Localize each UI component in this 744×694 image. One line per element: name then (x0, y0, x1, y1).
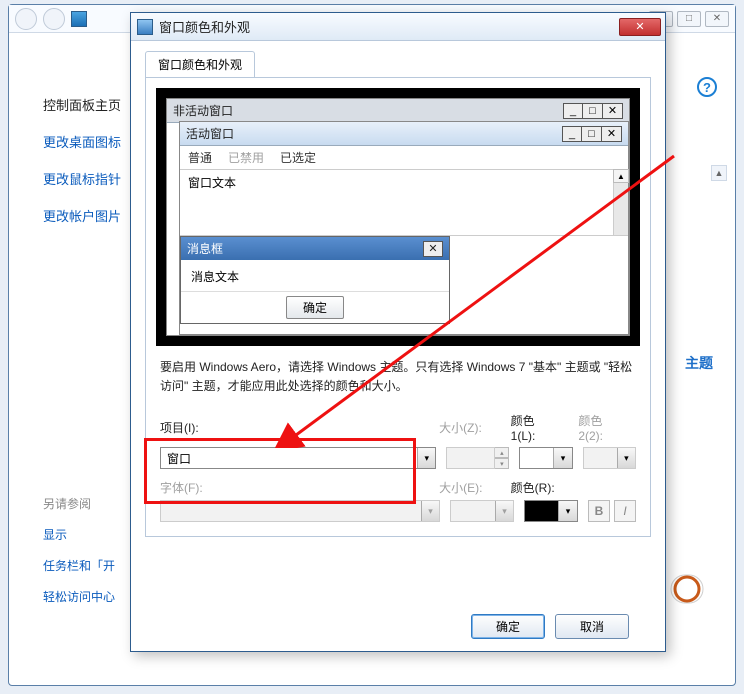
tab-page: 非活动窗口 _ □ ✕ 活动窗口 _ (145, 78, 651, 537)
item-combo-value: 窗口 (161, 450, 417, 467)
menu-disabled: 已禁用 (228, 149, 264, 166)
chevron-down-icon[interactable]: ▾ (554, 448, 571, 468)
italic-button: I (614, 500, 636, 522)
description-text: 要启用 Windows Aero，请选择 Windows 主题。只有选择 Win… (160, 358, 636, 396)
link-control-panel-home[interactable]: 控制面板主页 (43, 95, 121, 114)
chevron-down-icon[interactable]: ▾ (559, 501, 577, 521)
menu-normal: 普通 (188, 149, 212, 166)
nav-back-icon[interactable] (15, 8, 37, 30)
close-icon: ✕ (603, 103, 623, 119)
active-window-title: 活动窗口 (186, 125, 234, 142)
window-color-dialog: 窗口颜色和外观 ✕ 窗口颜色和外观 非活动窗口 _ □ ✕ (130, 12, 666, 652)
chevron-down-icon: ▾ (495, 501, 513, 521)
tabstrip: 窗口颜色和外观 (145, 51, 651, 78)
label-color2: 颜色 2(2): (578, 412, 636, 443)
chevron-down-icon[interactable]: ▾ (417, 448, 435, 468)
nav-fwd-icon[interactable] (43, 8, 65, 30)
label-size-e: 大小(E): (439, 479, 501, 496)
dialog-footer: 确定 取消 (131, 614, 665, 639)
dialog-close-button[interactable]: ✕ (619, 18, 661, 36)
link-desktop-icons[interactable]: 更改桌面图标 (43, 132, 121, 151)
preview-inactive-window: 非活动窗口 _ □ ✕ 活动窗口 _ (166, 98, 630, 336)
dialog-title: 窗口颜色和外观 (159, 17, 250, 36)
link-display[interactable]: 显示 (43, 526, 115, 543)
preview-area: 非活动窗口 _ □ ✕ 活动窗口 _ (156, 88, 640, 346)
preview-messagebox: 消息框 ✕ 消息文本 确定 (180, 236, 450, 324)
see-also: 另请参阅 显示 任务栏和「开 轻松访问中心 (43, 495, 115, 605)
chevron-down-icon: ▾ (618, 448, 635, 468)
maximize-icon: □ (583, 103, 603, 119)
inactive-window-title: 非活动窗口 (173, 102, 233, 119)
preview-active-window: 活动窗口 _ □ ✕ 普通 已禁用 已选定 (179, 121, 629, 335)
cancel-button[interactable]: 取消 (555, 614, 629, 639)
color2-swatch (584, 448, 618, 468)
link-change-cursor[interactable]: 更改鼠标指针 (43, 169, 121, 188)
item-combo[interactable]: 窗口 ▾ (160, 447, 436, 469)
chevron-down-icon: ▾ (421, 501, 439, 521)
settings-form: 项目(I): 大小(Z): 颜色 1(L): 颜色 2(2): 窗口 ▾ ▴ ▾ (160, 412, 636, 522)
color1-swatch (520, 448, 554, 468)
bg-maximize-button[interactable]: □ (677, 11, 701, 27)
msgbox-title: 消息框 (187, 240, 223, 257)
font-combo: ▾ (160, 500, 440, 522)
menu-selected: 已选定 (280, 149, 316, 166)
preview-content: 窗口文本 ▲ (180, 170, 628, 236)
label-size-z: 大小(Z): (439, 419, 501, 436)
label-color1: 颜色 1(L): (511, 412, 569, 443)
color-r-swatch (525, 501, 559, 521)
link-ease-of-access[interactable]: 轻松访问中心 (43, 588, 115, 605)
ok-button[interactable]: 确定 (471, 614, 545, 639)
label-color-r: 颜色(R): (511, 479, 569, 496)
spin-down-icon: ▾ (495, 458, 509, 469)
label-item: 项目(I): (160, 419, 429, 436)
tab-window-color[interactable]: 窗口颜色和外观 (145, 51, 255, 77)
size-z-input (446, 447, 495, 469)
close-icon: ✕ (423, 241, 443, 257)
scroll-up-icon: ▲ (613, 169, 629, 183)
dialog-icon (137, 19, 153, 35)
label-font: 字体(F): (160, 479, 429, 496)
link-taskbar[interactable]: 任务栏和「开 (43, 557, 115, 574)
color1-picker[interactable]: ▾ (519, 447, 572, 469)
msgbox-text: 消息文本 (181, 260, 449, 291)
minimize-icon: _ (563, 103, 583, 119)
scrollbar: ▲ (613, 170, 628, 235)
link-account-picture[interactable]: 更改帐户图片 (43, 206, 121, 225)
maximize-icon: □ (582, 126, 602, 142)
msgbox-ok-button: 确定 (286, 296, 344, 319)
size-e-combo: ▾ (450, 500, 514, 522)
scroll-up-button[interactable]: ▲ (711, 165, 727, 181)
app-icon (71, 11, 87, 27)
bold-button: B (588, 500, 610, 522)
spin-up-icon: ▴ (495, 447, 509, 458)
bg-close-button[interactable]: ✕ (705, 11, 729, 27)
see-also-header: 另请参阅 (43, 495, 115, 512)
window-text: 窗口文本 (188, 176, 236, 190)
minimize-icon: _ (562, 126, 582, 142)
help-icon[interactable]: ? (697, 77, 717, 97)
size-z-spinner: ▴ ▾ (495, 447, 509, 469)
gear-icon (669, 571, 705, 607)
dialog-titlebar: 窗口颜色和外观 ✕ (131, 13, 665, 41)
close-icon: ✕ (602, 126, 622, 142)
preview-menu: 普通 已禁用 已选定 (180, 146, 628, 170)
section-heading-themes: 主题 (685, 353, 713, 373)
color-r-picker[interactable]: ▾ (524, 500, 578, 522)
side-nav: 控制面板主页 更改桌面图标 更改鼠标指针 更改帐户图片 (43, 95, 121, 225)
color2-picker: ▾ (583, 447, 636, 469)
